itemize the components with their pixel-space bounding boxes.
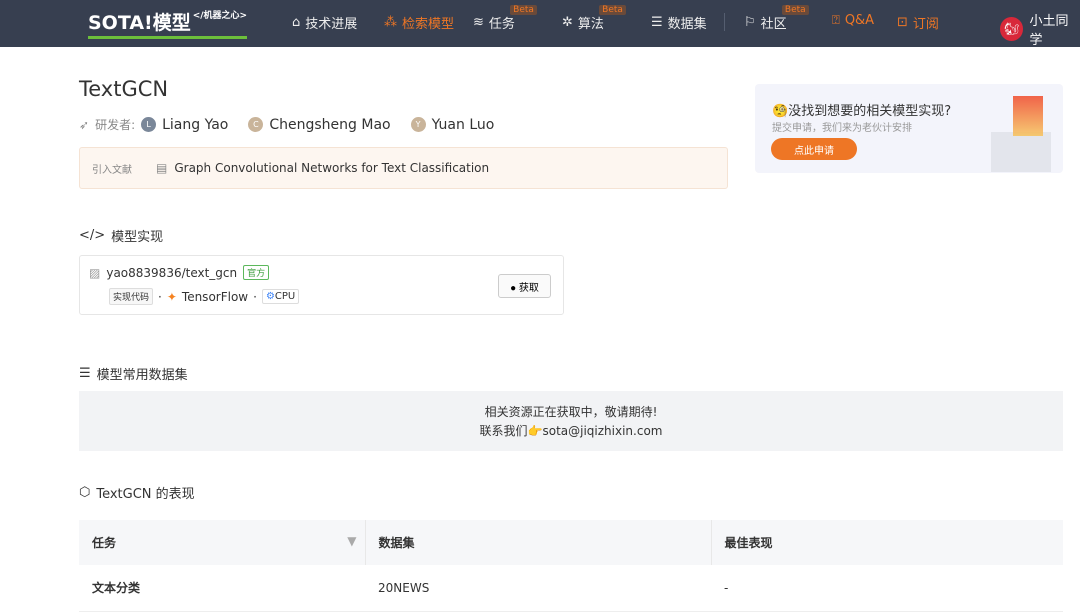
banner-illustration: [991, 132, 1051, 172]
page-title: TextGCN: [79, 77, 169, 101]
nav-datasets[interactable]: ☰ 数据集: [651, 13, 707, 32]
code-icon: </>: [79, 228, 106, 243]
beta-badge: Beta: [781, 5, 809, 15]
best-cell: -: [711, 565, 1063, 612]
logo[interactable]: SOTA!模型 </机器之心>: [88, 8, 248, 39]
beta-badge: Beta: [599, 5, 626, 15]
tensorflow-icon: ✦: [166, 289, 177, 304]
user-menu[interactable]: 🐿 小土同学: [1000, 10, 1080, 48]
task-cell[interactable]: 文本分类: [79, 565, 365, 612]
framework: TensorFlow: [181, 289, 249, 304]
emoji-icon: 🧐: [772, 104, 789, 119]
section-performance: ⬡ TextGCN 的表现: [79, 485, 195, 502]
top-nav: SOTA!模型 </机器之心> ⌂ 技术进展 ⁂ 检索模型 ≋ 任务 Beta ✲ 算法 Be…: [0, 0, 1080, 48]
flag-icon: ⚐: [744, 15, 756, 30]
rocket-icon: ➶: [79, 117, 90, 132]
column-header[interactable]: 任务 ▼: [79, 520, 366, 565]
dataset-cell[interactable]: 20NEWS: [365, 565, 711, 612]
bookmark-icon: ⊡: [897, 15, 908, 30]
atom-icon: ✲: [562, 15, 573, 30]
author[interactable]: C Chengsheng Mao: [248, 117, 391, 133]
official-badge: 官方: [243, 265, 270, 280]
datasets-empty: 相关资源正在获取中，敬请期待! 联系我们👉sota@jiqizhixin.com: [79, 391, 1063, 451]
nav-tasks[interactable]: ≋ 任务 Beta: [473, 5, 537, 32]
column-header: 最佳表现: [711, 520, 1063, 565]
hexagons-icon: ⁂: [384, 15, 397, 30]
get-code-button[interactable]: ● 获取: [498, 274, 551, 298]
section-datasets: ☰ 模型常用数据集: [79, 366, 188, 383]
author-avatar: L: [141, 117, 157, 132]
author[interactable]: Y Yuan Luo: [410, 117, 494, 133]
compass-icon: ⌂: [292, 15, 301, 30]
citation: 引入文献 ▤ Graph Convolutional Networks for …: [79, 147, 728, 189]
device-badge: ⚙CPU: [261, 289, 300, 304]
hexagon-icon: ⬡: [79, 485, 91, 500]
request-banner: 🧐没找到想要的相关模型实现? 提交申请，我们来为老伙计安排 点此申请: [755, 84, 1063, 173]
nav-community[interactable]: ⚐ 社区 Beta: [744, 5, 809, 32]
citation-link[interactable]: Graph Convolutional Networks for Text Cl…: [174, 161, 489, 175]
contact-email[interactable]: sota@jiqizhixin.com: [542, 424, 662, 438]
repo-link[interactable]: yao8839836/text_gcn: [106, 266, 237, 280]
performance-table: 任务 ▼ 数据集 最佳表现 文本分类 20NEWS -: [79, 520, 1063, 612]
layers-icon: ≋: [473, 15, 484, 30]
beta-badge: Beta: [510, 5, 537, 15]
impl-tag: 实现代码: [109, 288, 154, 305]
database-icon: ☰: [651, 15, 663, 30]
authors-label: 研发者:: [95, 118, 136, 132]
nav-divider: [724, 13, 725, 31]
github-icon: ●: [510, 282, 517, 294]
author-avatar: Y: [410, 117, 426, 132]
banner-title: 没找到想要的相关模型实现?: [788, 104, 952, 119]
impl-card: ▨ yao8839836/text_gcn 官方 实现代码 · ✦ TensorFlow…: [79, 255, 564, 315]
nav-subscribe[interactable]: ⊡ 订阅: [897, 13, 939, 32]
gear-icon: ⚙: [265, 291, 275, 302]
document-icon: ▤: [156, 161, 168, 175]
code-file-icon: ▨: [89, 265, 101, 280]
banner-subtitle: 提交申请，我们来为老伙计安排: [772, 123, 912, 134]
avatar: 🐿: [1000, 17, 1024, 41]
nav-search-models[interactable]: ⁂ 检索模型: [384, 13, 454, 32]
section-impl: </> 模型实现: [79, 228, 164, 245]
citation-label: 引入文献: [92, 164, 132, 176]
username: 小土同学: [1029, 14, 1069, 48]
banner-illustration: [1013, 96, 1043, 136]
question-icon: ⍰: [832, 13, 840, 28]
author[interactable]: L Liang Yao: [141, 117, 228, 133]
filter-icon[interactable]: ▼: [347, 534, 356, 548]
author-avatar: C: [248, 117, 264, 132]
table-row: 文本分类 20NEWS -: [79, 565, 1063, 612]
nav-qa[interactable]: ⍰ Q&A: [832, 13, 874, 28]
database-icon: ☰: [79, 366, 91, 381]
column-header: 数据集: [365, 520, 712, 565]
apply-button[interactable]: 点此申请: [771, 138, 857, 160]
nav-algorithms[interactable]: ✲ 算法 Beta: [562, 5, 626, 32]
pointing-hand-icon: 👉: [527, 424, 543, 438]
nav-tech-progress[interactable]: ⌂ 技术进展: [292, 13, 357, 32]
empty-message: 相关资源正在获取中，敬请期待!: [484, 405, 658, 419]
authors: ➶ 研发者: L Liang Yao C Chengsheng Mao Y Yuan …: [79, 116, 508, 133]
